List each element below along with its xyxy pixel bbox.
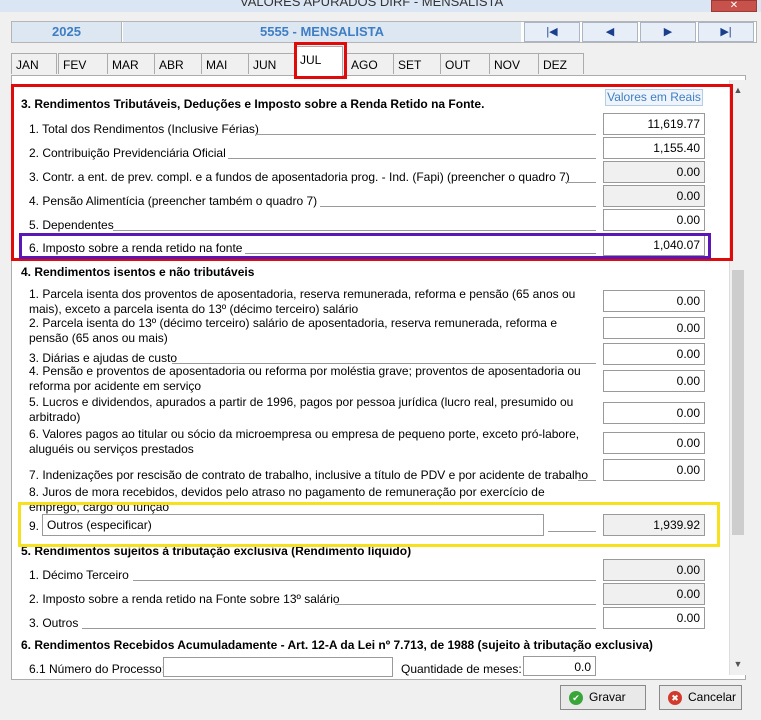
year-label: 2025 <box>12 22 122 42</box>
period-label: 5555 - MENSALISTA <box>123 22 521 42</box>
tab-out[interactable]: OUT <box>440 53 490 74</box>
s5-item3-label: 3. Outros <box>29 616 79 630</box>
process-number-input[interactable] <box>163 657 393 677</box>
tab-nov[interactable]: NOV <box>489 53 539 74</box>
s4-item7-value[interactable]: 0.00 <box>603 459 705 481</box>
leader-line <box>335 604 596 605</box>
s4-item5-value[interactable]: 0.00 <box>603 402 705 424</box>
months-label: Quantidade de meses: <box>401 662 522 676</box>
s4-item6-value[interactable]: 0.00 <box>603 432 705 454</box>
section4-title: 4. Rendimentos isentos e não tributáveis <box>21 265 255 279</box>
s5-item1-value: 0.00 <box>603 559 705 581</box>
leader-line <box>82 628 596 629</box>
process-number-label: 6.1 Número do Processo: <box>29 662 166 676</box>
header-bar: 2025 5555 - MENSALISTA |◀ ◀ ▶ ▶| <box>11 21 757 43</box>
s4-item1-value[interactable]: 0.00 <box>603 290 705 312</box>
s5-item1-label: 1. Décimo Terceiro <box>29 568 129 582</box>
first-record-button[interactable]: |◀ <box>524 22 580 42</box>
leader-line <box>578 480 596 481</box>
next-record-button[interactable]: ▶ <box>640 22 696 42</box>
s4-item2-value[interactable]: 0.00 <box>603 317 705 339</box>
s4-item3-value[interactable]: 0.00 <box>603 343 705 365</box>
tab-abr[interactable]: ABR <box>154 53 202 74</box>
previous-record-button[interactable]: ◀ <box>582 22 638 42</box>
s5-item2-label: 2. Imposto sobre a renda retido na Fonte… <box>29 592 340 606</box>
s5-item2-value: 0.00 <box>603 583 705 605</box>
title-bar: VALORES APURADOS DIRF - MENSALISTA ✕ <box>0 0 761 12</box>
s4-item7-label: 7. Indenizações por rescisão de contrato… <box>29 468 589 482</box>
income-tax-highlight-box <box>19 233 711 259</box>
s4-item4-label: 4. Pensão e proventos de aposentadoria o… <box>29 364 581 393</box>
s4-item2-label: 2. Parcela isenta do 13º (décimo terceir… <box>29 316 557 345</box>
tab-dez[interactable]: DEZ <box>538 53 584 74</box>
s4-item5-label: 5. Lucros e dividendos, apurados a parti… <box>29 395 574 424</box>
months-input[interactable]: 0.0 <box>523 656 596 676</box>
window-title: VALORES APURADOS DIRF - MENSALISTA <box>240 0 504 9</box>
save-button[interactable]: ✔ Gravar <box>560 685 646 710</box>
tab-jun[interactable]: JUN <box>248 53 296 74</box>
tab-mai[interactable]: MAI <box>201 53 249 74</box>
tab-highlight-box <box>294 42 347 79</box>
tab-fev[interactable]: FEV <box>58 53 108 74</box>
tab-ago[interactable]: AGO <box>346 53 394 74</box>
tab-mar[interactable]: MAR <box>107 53 155 74</box>
last-record-button[interactable]: ▶| <box>698 22 754 42</box>
cancel-button-label: Cancelar <box>688 690 737 704</box>
save-button-label: Gravar <box>589 690 626 704</box>
tab-jan[interactable]: JAN <box>11 53 57 74</box>
scrollbar-thumb[interactable] <box>732 270 744 535</box>
check-icon: ✔ <box>569 691 583 705</box>
month-tabs: JAN FEV MAR ABR MAI JUN JUL AGO SET OUT … <box>11 46 757 76</box>
s4-item1-label: 1. Parcela isenta dos proventos de apose… <box>29 287 576 316</box>
s5-item3-value[interactable]: 0.00 <box>603 607 705 629</box>
close-button[interactable]: ✕ <box>711 0 757 12</box>
tab-set[interactable]: SET <box>393 53 441 74</box>
s4-item4-value[interactable]: 0.00 <box>603 370 705 392</box>
cancel-button[interactable]: ✖ Cancelar <box>659 685 742 710</box>
leader-line <box>133 580 596 581</box>
s4-item6-label: 6. Valores pagos ao titular ou sócio da … <box>29 427 580 456</box>
others-highlight-box <box>18 502 720 547</box>
section6-title: 6. Rendimentos Recebidos Acumuladamente … <box>21 638 653 652</box>
scroll-down-arrow-icon[interactable]: ▼ <box>730 656 746 672</box>
cancel-icon: ✖ <box>668 691 682 705</box>
